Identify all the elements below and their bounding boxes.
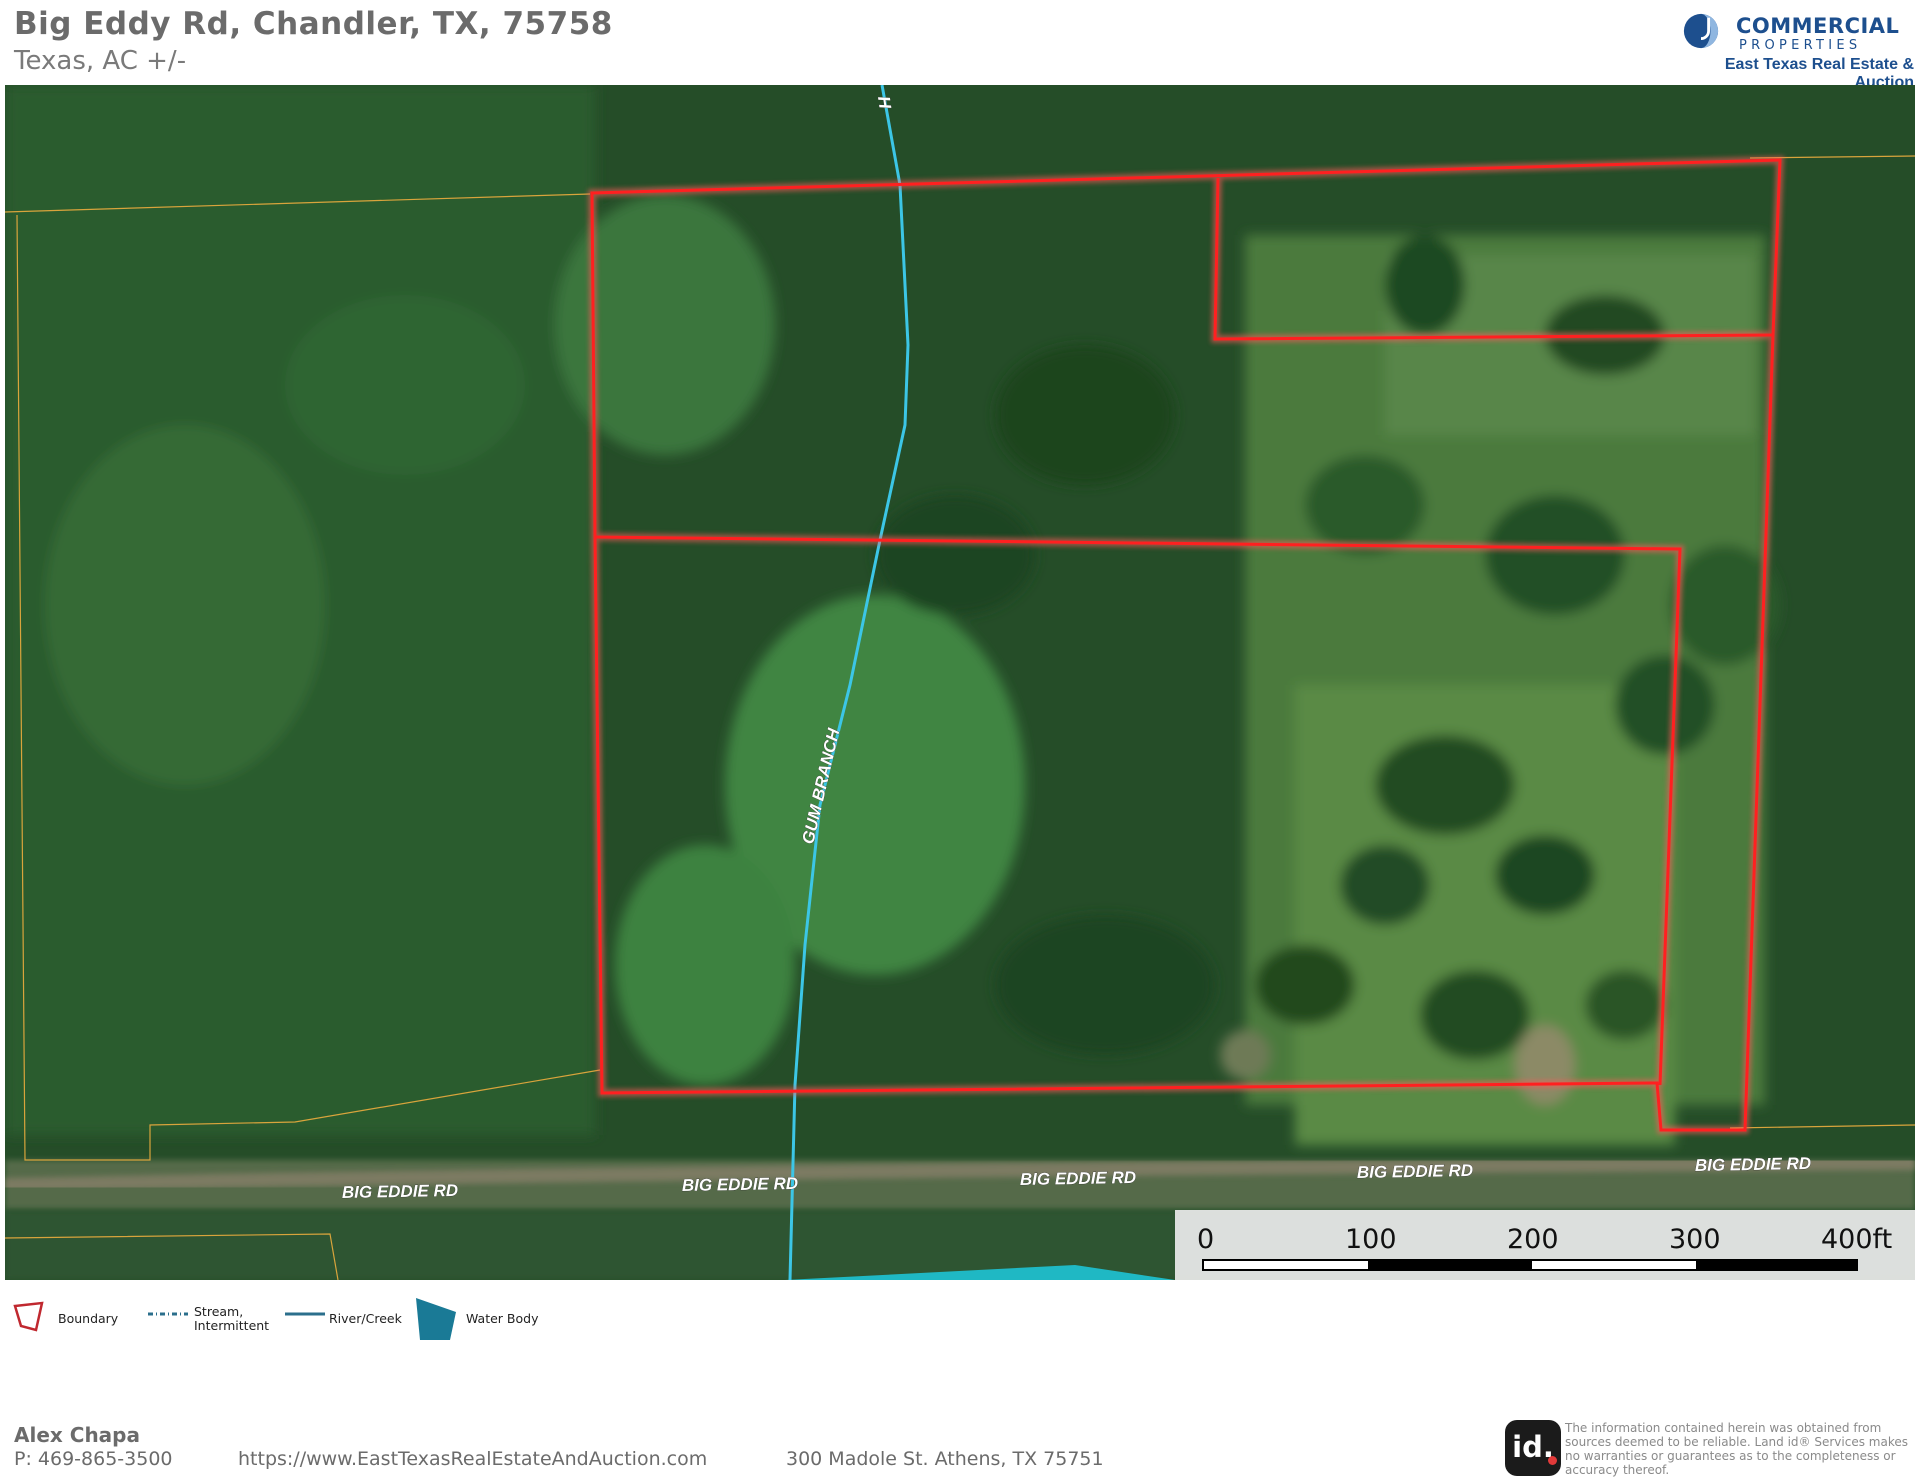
road-label: BIG EDDIE RD bbox=[682, 1174, 799, 1195]
scale-tick: 200 bbox=[1507, 1224, 1559, 1255]
id-logo-dot bbox=[1548, 1456, 1557, 1465]
agent-phone[interactable]: P: 469-865-3500 bbox=[14, 1448, 173, 1470]
water-body-icon bbox=[416, 1298, 456, 1340]
land-id-logo[interactable]: id. bbox=[1505, 1420, 1561, 1476]
map-legend: Boundary Stream, Intermittent River/Cree… bbox=[10, 1296, 710, 1346]
legend-stream-label-1: Stream, bbox=[194, 1304, 244, 1319]
road-label: BIG EDDIE RD bbox=[1020, 1168, 1137, 1189]
scale-bar: 0 100 200 300 400ft bbox=[1175, 1210, 1915, 1280]
globe-icon bbox=[1683, 13, 1719, 49]
map-title: Big Eddy Rd, Chandler, TX, 75758 bbox=[14, 6, 613, 42]
legend-river: River/Creek bbox=[285, 1296, 425, 1340]
scale-tick: 0 bbox=[1197, 1224, 1215, 1255]
agent-name: Alex Chapa bbox=[14, 1423, 140, 1447]
legend-boundary: Boundary bbox=[10, 1296, 130, 1340]
map-canvas: H GUM BRANCH BIG EDDIE RD BIG EDDIE RD B… bbox=[5, 85, 1915, 1280]
disclaimer-text: The information contained herein was obt… bbox=[1565, 1421, 1908, 1477]
scale-tick: 400ft bbox=[1821, 1224, 1893, 1255]
river-creek-icon bbox=[285, 1312, 325, 1316]
road-label: BIG EDDIE RD bbox=[1695, 1154, 1812, 1175]
legend-stream-label-2: Intermittent bbox=[194, 1318, 270, 1333]
scale-tick: 100 bbox=[1345, 1224, 1397, 1255]
logo-name: COMMERCIAL bbox=[1736, 14, 1900, 38]
boundary-icon bbox=[13, 1301, 44, 1332]
website-link[interactable]: https://www.EastTexasRealEstateAndAuctio… bbox=[238, 1448, 707, 1470]
road-label: BIG EDDIE RD bbox=[342, 1181, 459, 1202]
scale-track bbox=[1202, 1259, 1858, 1271]
logo-subname: PROPERTIES bbox=[1739, 38, 1862, 53]
legend-stream: Stream, Intermittent bbox=[148, 1296, 278, 1340]
scale-tick: 300 bbox=[1669, 1224, 1721, 1255]
satellite-map[interactable]: H GUM BRANCH BIG EDDIE RD BIG EDDIE RD B… bbox=[5, 85, 1915, 1280]
legend-water: Water Body bbox=[410, 1296, 550, 1340]
office-address: 300 Madole St. Athens, TX 75751 bbox=[786, 1448, 1104, 1470]
stream-intermittent-icon bbox=[148, 1312, 188, 1316]
map-subtitle: Texas, AC +/- bbox=[14, 46, 187, 76]
road-label: BIG EDDIE RD bbox=[1357, 1161, 1474, 1182]
company-logo[interactable]: COMMERCIAL PROPERTIES East Texas Real Es… bbox=[1682, 8, 1914, 91]
